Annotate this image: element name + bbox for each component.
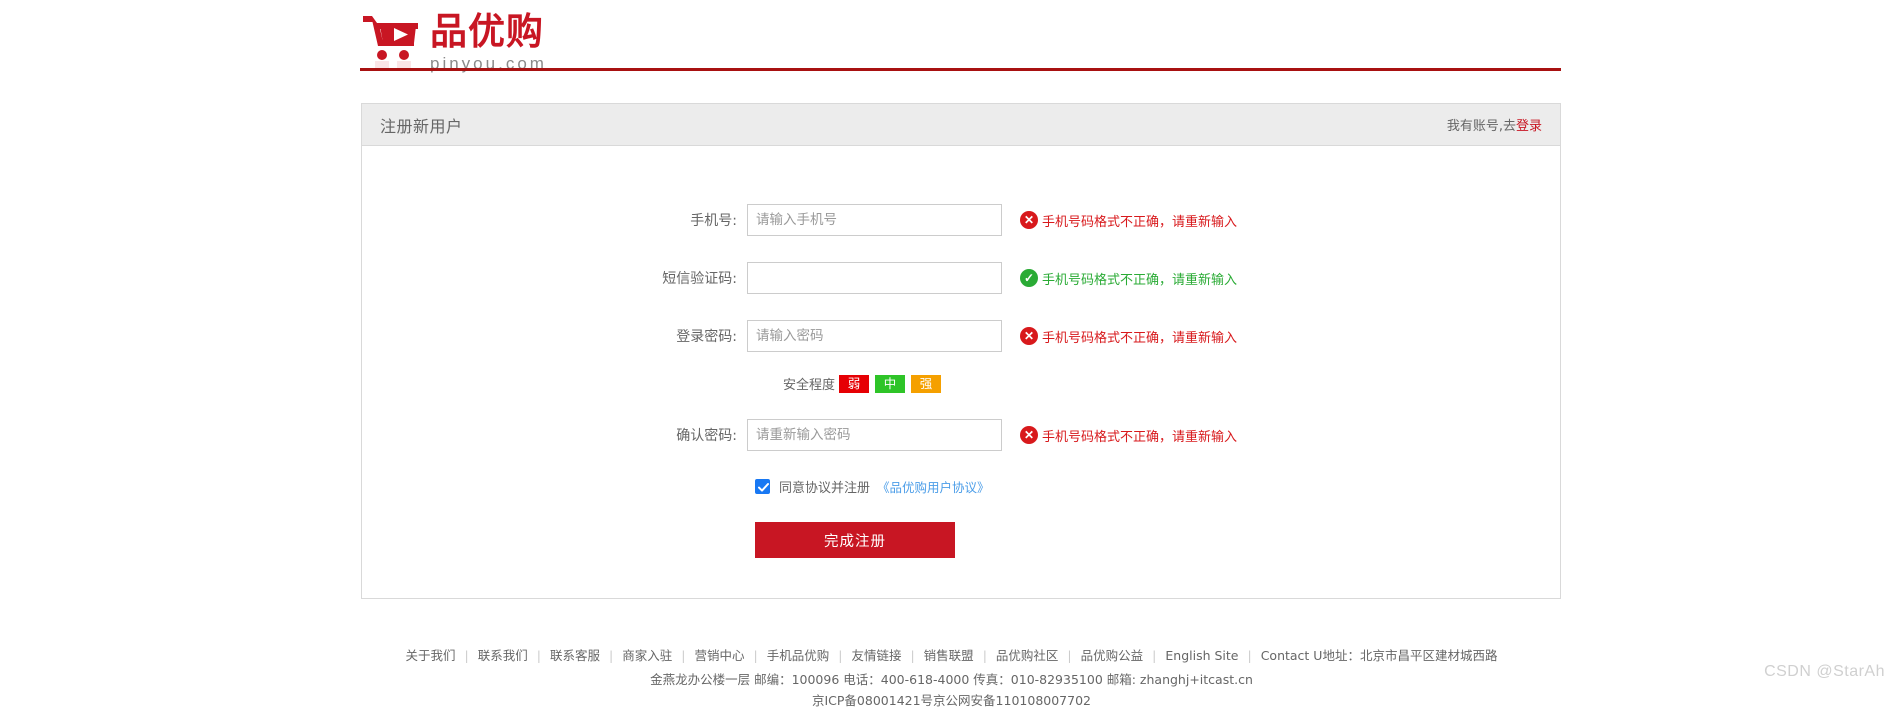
- submit-row: 完成注册: [362, 522, 1560, 558]
- footer-contact-line: 金燕龙办公楼一层 邮编：100096 电话：400-618-4000 传真：01…: [650, 672, 1253, 687]
- footer-separator: |: [910, 648, 915, 663]
- form-row-phone: 手机号: ✕ 手机号码格式不正确，请重新输入: [362, 204, 1560, 236]
- site-header: 品优购 pinyou.com: [0, 0, 1903, 86]
- confirm-password-message-text: 手机号码格式不正确，请重新输入: [1042, 429, 1238, 445]
- site-logo[interactable]: 品优购 pinyou.com: [360, 12, 547, 74]
- phone-message-text: 手机号码格式不正确，请重新输入: [1042, 214, 1238, 230]
- footer-link-8[interactable]: 品优购社区: [996, 648, 1059, 663]
- footer-link-10[interactable]: English Site: [1165, 648, 1238, 663]
- footer-address-text: Contact U地址：北京市昌平区建材城西路: [1260, 648, 1498, 663]
- footer-link-2[interactable]: 联系客服: [550, 648, 600, 663]
- footer-separator: |: [464, 648, 469, 663]
- footer-link-4[interactable]: 营销中心: [694, 648, 744, 663]
- form-row-password: 登录密码: ✕ 手机号码格式不正确，请重新输入: [362, 320, 1560, 352]
- footer-separator: |: [1152, 648, 1157, 663]
- error-circle-icon: ✕: [1020, 327, 1038, 345]
- footer-link-5[interactable]: 手机品优购: [767, 648, 830, 663]
- user-agreement-link[interactable]: 《品优购用户协议》: [877, 477, 990, 496]
- label-confirm-password: 确认密码:: [676, 428, 737, 444]
- agreement-checkbox[interactable]: [755, 479, 770, 494]
- sms-code-message-text: 手机号码格式不正确，请重新输入: [1042, 272, 1238, 288]
- sms-code-validation-message: ✓ 手机号码格式不正确，请重新输入: [1020, 269, 1237, 288]
- label-phone: 手机号:: [690, 213, 737, 229]
- page-title: 注册新用户: [380, 116, 463, 136]
- confirm-password-input[interactable]: [747, 419, 1002, 451]
- label-sms-code: 短信验证码:: [662, 271, 737, 287]
- register-form: 手机号: ✕ 手机号码格式不正确，请重新输入 短信验证码: ✓ 手机号码格式不正…: [362, 146, 1560, 598]
- logo-chinese-text: 品优购: [430, 10, 544, 53]
- footer-separator: |: [681, 648, 686, 663]
- password-validation-message: ✕ 手机号码格式不正确，请重新输入: [1020, 327, 1237, 346]
- footer-link-3[interactable]: 商家入驻: [622, 648, 672, 663]
- strength-label: 安全程度: [783, 378, 836, 393]
- register-panel: 注册新用户 我有账号,去登录 手机号: ✕ 手机号码格式不正确，请重新输入 短信…: [361, 103, 1561, 599]
- footer-link-1[interactable]: 联系我们: [478, 648, 528, 663]
- agreement-text: 同意协议并注册: [779, 481, 871, 496]
- strength-level-weak: 弱: [839, 374, 870, 393]
- footer-separator: |: [609, 648, 614, 663]
- agreement-row: 同意协议并注册 《品优购用户协议》: [362, 477, 1560, 496]
- footer-separator: |: [982, 648, 987, 663]
- error-circle-icon: ✕: [1020, 426, 1038, 444]
- label-password: 登录密码:: [676, 329, 737, 345]
- footer-separator: |: [838, 648, 843, 663]
- site-footer: 关于我们 | 联系我们 | 联系客服 | 商家入驻 | 营销中心 | 手机品优购 | 友情链接 | 销售联盟…: [0, 645, 1903, 711]
- footer-separator: |: [1067, 648, 1072, 663]
- strength-level-strong: 强: [911, 374, 942, 393]
- phone-validation-message: ✕ 手机号码格式不正确，请重新输入: [1020, 211, 1237, 230]
- strength-level-medium: 中: [875, 374, 906, 393]
- have-account-note: 我有账号,去登录: [1447, 115, 1542, 134]
- footer-separator: |: [753, 648, 758, 663]
- success-circle-icon: ✓: [1020, 269, 1038, 287]
- watermark: CSDN @StarAh: [1764, 663, 1885, 680]
- footer-link-0[interactable]: 关于我们: [406, 648, 456, 663]
- footer-icp-line: 京ICP备08001421号京公网安备110108007702: [811, 693, 1091, 708]
- header-divider: [360, 68, 1561, 71]
- register-panel-header: 注册新用户 我有账号,去登录: [362, 104, 1560, 146]
- phone-input[interactable]: [747, 204, 1002, 236]
- footer-separator: |: [536, 648, 541, 663]
- logo-domain-text: pinyou.com: [430, 54, 547, 73]
- login-link[interactable]: 登录: [1516, 119, 1542, 134]
- form-row-sms-code: 短信验证码: ✓ 手机号码格式不正确，请重新输入: [362, 262, 1560, 294]
- have-account-text: 我有账号,去: [1446, 119, 1516, 134]
- footer-link-6[interactable]: 友情链接: [851, 648, 901, 663]
- shopping-cart-icon: [360, 12, 422, 70]
- footer-link-7[interactable]: 销售联盟: [924, 648, 974, 663]
- footer-links: 关于我们 | 联系我们 | 联系客服 | 商家入驻 | 营销中心 | 手机品优购 | 友情链接 | 销售联盟…: [0, 645, 1903, 667]
- password-message-text: 手机号码格式不正确，请重新输入: [1042, 330, 1238, 346]
- footer-separator: |: [1247, 648, 1252, 663]
- password-input[interactable]: [747, 320, 1002, 352]
- footer-link-9[interactable]: 品优购公益: [1081, 648, 1144, 663]
- confirm-password-validation-message: ✕ 手机号码格式不正确，请重新输入: [1020, 426, 1237, 445]
- error-circle-icon: ✕: [1020, 211, 1038, 229]
- sms-code-input[interactable]: [747, 262, 1002, 294]
- password-strength-row: 安全程度 弱 中 强: [362, 374, 1560, 393]
- complete-registration-button[interactable]: 完成注册: [755, 522, 955, 558]
- form-row-confirm-password: 确认密码: ✕ 手机号码格式不正确，请重新输入: [362, 419, 1560, 451]
